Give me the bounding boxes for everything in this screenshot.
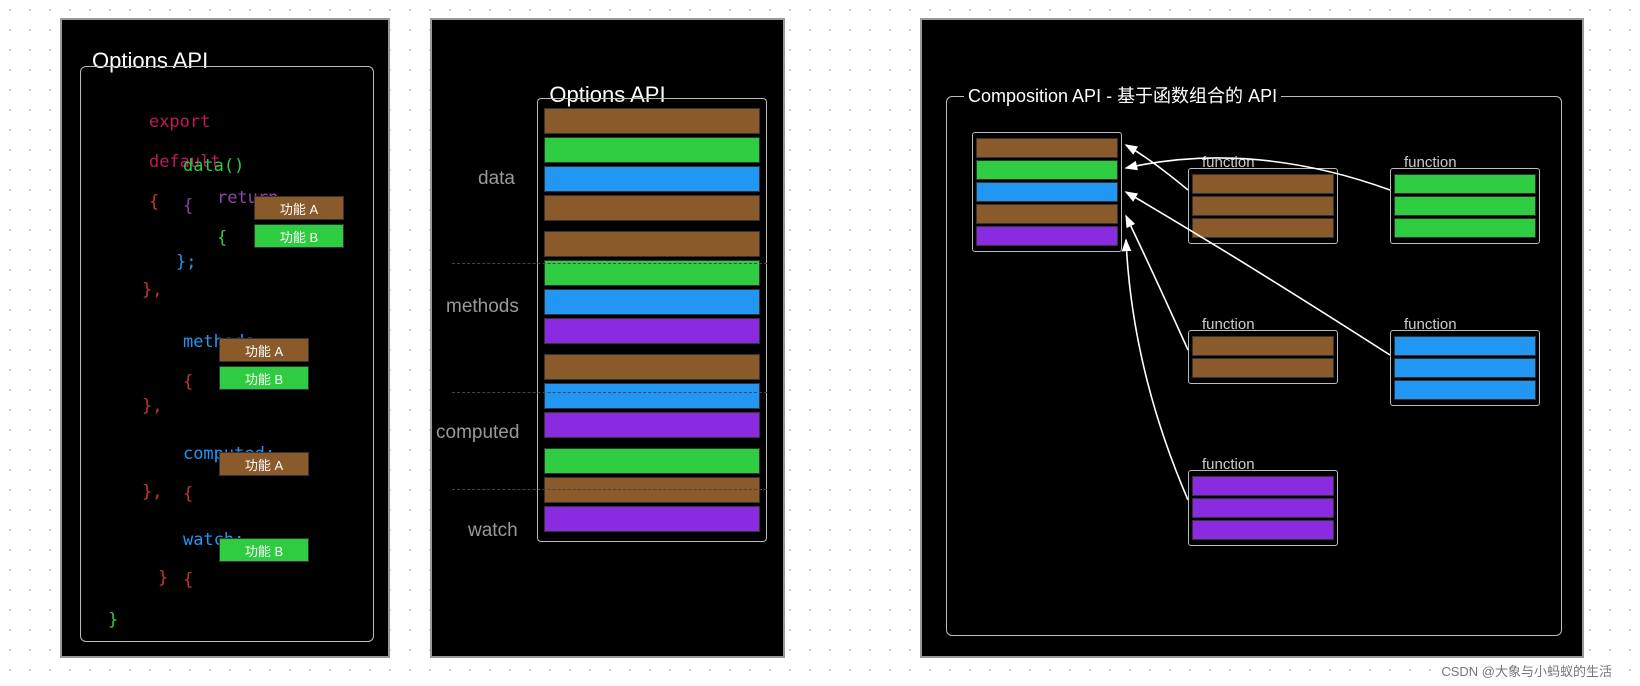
chip-feature-b-2: 功能 B — [219, 366, 309, 390]
chip-feature-b-3: 功能 B — [219, 538, 309, 562]
code-line-watch-close: } — [158, 568, 168, 588]
chip-feature-a-2: 功能 A — [219, 338, 309, 362]
label-watch: watch — [468, 520, 518, 542]
stack-bar — [544, 354, 760, 380]
fn-bar — [1394, 174, 1536, 194]
fn-bar — [1192, 476, 1334, 496]
fn-bar — [1192, 218, 1334, 238]
fn-group-5 — [1188, 470, 1338, 546]
options-stack-box — [537, 98, 767, 542]
chip-feature-b-1: 功能 B — [254, 224, 344, 248]
tok-brace-ret: { — [217, 228, 227, 248]
stack-bar — [544, 318, 760, 344]
divider-2 — [452, 392, 767, 393]
code-line-data-close: }, — [142, 280, 162, 300]
result-bar — [976, 204, 1118, 224]
fn-bar — [1394, 380, 1536, 400]
fn-bar — [1192, 520, 1334, 540]
code-line-final-close: } — [108, 610, 118, 630]
code-line-computed-close: }, — [142, 482, 162, 502]
stack-bar — [544, 231, 760, 257]
fn-group-4 — [1390, 330, 1540, 406]
stack-bar — [544, 166, 760, 192]
stack-bar — [544, 289, 760, 315]
composition-result-group — [972, 132, 1122, 252]
fn-bar — [1192, 196, 1334, 216]
chip-feature-a-3: 功能 A — [219, 452, 309, 476]
result-bar — [976, 160, 1118, 180]
stack-bar — [544, 108, 760, 134]
fn-bar — [1394, 218, 1536, 238]
divider-1 — [452, 263, 767, 264]
stack-bar — [544, 195, 760, 221]
fn-bar — [1192, 358, 1334, 378]
chip-feature-a-1: 功能 A — [254, 196, 344, 220]
panel3-title: Composition API - 基于函数组合的 API — [964, 82, 1281, 108]
fn-group-2 — [1390, 168, 1540, 244]
stack-bar — [544, 137, 760, 163]
fn-bar — [1192, 498, 1334, 518]
panel-composition: Composition API - 基于函数组合的 API function f… — [920, 18, 1584, 658]
panel-options-code: Options API export default { data() { re… — [60, 18, 390, 658]
fn-group-1 — [1188, 168, 1338, 244]
result-bar — [976, 138, 1118, 158]
watermark: CSDN @大象与小蚂蚁的生活 — [1441, 661, 1612, 680]
code-line-ret-close: }; — [176, 252, 196, 272]
result-bar — [976, 182, 1118, 202]
fn-bar — [1192, 336, 1334, 356]
stack-bar — [544, 477, 760, 503]
label-data: data — [478, 168, 515, 190]
fn-bar — [1394, 336, 1536, 356]
fn-group-3 — [1188, 330, 1338, 384]
label-computed: computed — [436, 422, 519, 444]
stack-bar — [544, 383, 760, 409]
stack-bar — [544, 412, 760, 438]
stack-bar — [544, 448, 760, 474]
fn-bar — [1394, 196, 1536, 216]
divider-3 — [452, 489, 767, 490]
code-line-methods-close: }, — [142, 396, 162, 416]
fn-bar — [1192, 174, 1334, 194]
stack-bar — [544, 506, 760, 532]
label-methods: methods — [446, 296, 519, 318]
result-bar — [976, 226, 1118, 246]
panel-options-stack: Options API data methods computed watch — [430, 18, 785, 658]
fn-bar — [1394, 358, 1536, 378]
tok-export: export — [149, 112, 210, 132]
